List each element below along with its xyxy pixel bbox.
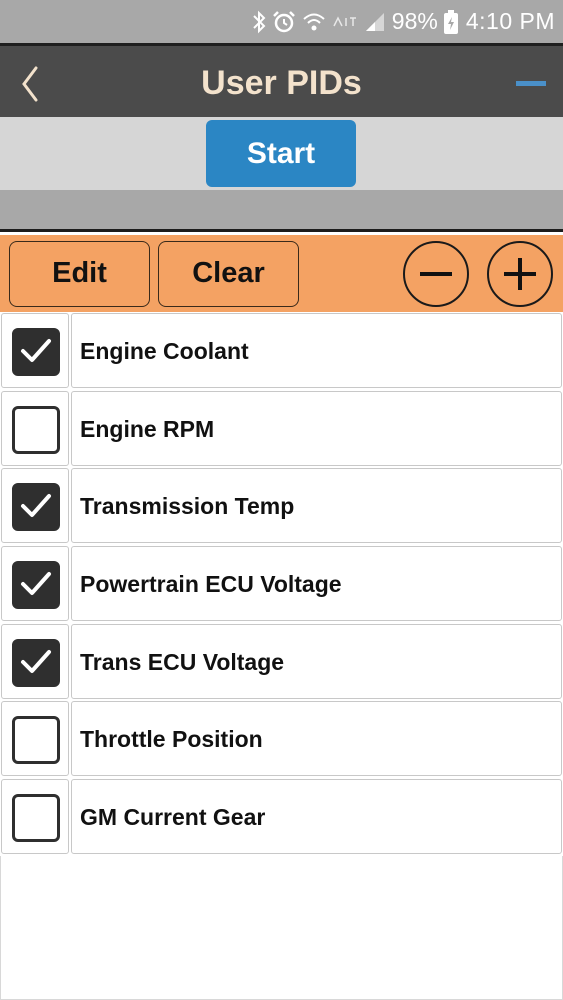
battery-charging-icon <box>443 9 458 34</box>
list-item: Engine RPM <box>0 390 563 468</box>
page-title: User PIDs <box>201 64 362 102</box>
divider-band <box>0 190 563 232</box>
list-item: Transmission Temp <box>0 467 563 545</box>
checkmark-icon <box>21 339 51 362</box>
checkbox-cell[interactable] <box>1 701 69 777</box>
list-item: Engine Coolant <box>0 312 563 390</box>
pid-toolbar: Edit Clear <box>0 235 563 312</box>
collapse-icon[interactable] <box>516 81 546 86</box>
start-button[interactable]: Start <box>206 120 356 187</box>
list-empty-area <box>0 856 563 1000</box>
data-icon <box>332 14 358 30</box>
title-bar: User PIDs <box>0 43 563 117</box>
battery-percent: 98% <box>391 8 438 34</box>
pid-list: Engine Coolant Engine RPM Transmission T… <box>0 312 563 856</box>
checkbox[interactable] <box>12 328 60 376</box>
checkbox-cell[interactable] <box>1 779 69 855</box>
checkbox[interactable] <box>12 716 60 765</box>
checkbox-cell[interactable] <box>1 313 69 388</box>
checkbox-cell[interactable] <box>1 468 69 544</box>
start-panel: Start <box>0 117 563 190</box>
checkbox-cell[interactable] <box>1 546 69 622</box>
list-item: Trans ECU Voltage <box>0 623 563 701</box>
checkmark-icon <box>21 494 51 518</box>
alarm-icon <box>272 10 296 34</box>
pid-label-cell[interactable]: Powertrain ECU Voltage <box>71 546 562 622</box>
pid-name: Trans ECU Voltage <box>80 648 285 675</box>
list-item: Throttle Position <box>0 700 563 778</box>
status-bar: 98% 4:10 PM <box>0 0 563 43</box>
pid-name: Powertrain ECU Voltage <box>80 571 342 598</box>
edit-button[interactable]: Edit <box>9 241 150 307</box>
list-item: Powertrain ECU Voltage <box>0 545 563 623</box>
checkmark-icon <box>21 649 51 673</box>
pid-name: Transmission Temp <box>80 493 295 520</box>
minus-circle-icon[interactable] <box>403 241 469 307</box>
list-item: GM Current Gear <box>0 778 563 856</box>
checkbox-cell[interactable] <box>1 623 69 699</box>
pid-label-cell[interactable]: Engine Coolant <box>71 313 562 388</box>
pid-name: Engine Coolant <box>80 338 249 364</box>
plus-circle-icon[interactable] <box>487 241 553 307</box>
pid-label-cell[interactable]: GM Current Gear <box>71 779 562 855</box>
checkbox[interactable] <box>12 483 60 532</box>
pid-name: GM Current Gear <box>80 804 266 831</box>
checkbox-cell[interactable] <box>1 390 69 466</box>
pid-label-cell[interactable]: Engine RPM <box>71 390 562 466</box>
checkbox[interactable] <box>12 561 60 610</box>
checkmark-icon <box>21 572 51 596</box>
pid-label-cell[interactable]: Throttle Position <box>71 701 562 777</box>
bluetooth-icon <box>252 10 266 34</box>
status-time: 4:10 PM <box>465 8 555 34</box>
pid-label-cell[interactable]: Trans ECU Voltage <box>71 623 562 699</box>
chevron-left-icon[interactable] <box>18 64 44 104</box>
wifi-icon <box>302 11 326 33</box>
pid-label-cell[interactable]: Transmission Temp <box>71 468 562 544</box>
checkbox[interactable] <box>12 405 60 454</box>
checkbox[interactable] <box>12 638 60 687</box>
clear-button[interactable]: Clear <box>158 241 299 307</box>
pid-name: Throttle Position <box>80 726 263 753</box>
checkbox[interactable] <box>12 794 60 843</box>
signal-icon <box>364 11 386 33</box>
status-icons: 98% 4:10 PM <box>252 0 555 43</box>
pid-name: Engine RPM <box>80 415 215 442</box>
